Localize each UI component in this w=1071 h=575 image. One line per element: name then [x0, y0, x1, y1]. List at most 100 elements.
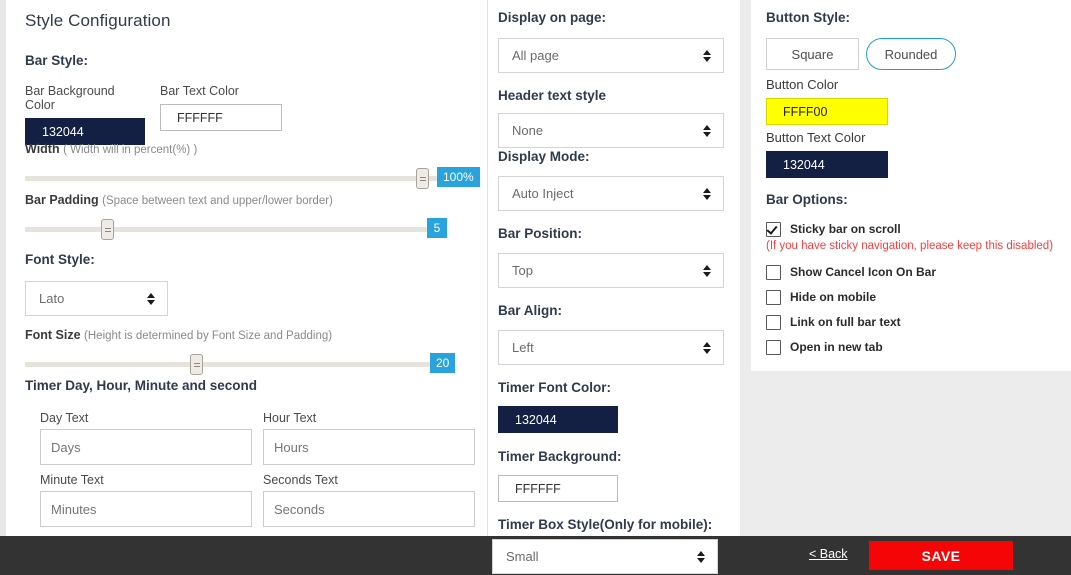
button-color-input[interactable]: FFFF00 — [766, 98, 888, 125]
button-style-rounded[interactable]: Rounded — [866, 38, 956, 70]
page-title: Style Configuration — [25, 11, 171, 30]
bar-position-value: Top — [512, 263, 533, 278]
timer-box-style-group: Timer Box Style(Only for mobile): — [498, 517, 738, 532]
timer-background-group: Timer Background: FFFFFF — [498, 449, 730, 502]
header-text-style-value: None — [512, 123, 544, 138]
hour-text-label: Hour Text — [263, 411, 317, 425]
button-options-card: Button Style: Square Rounded Button Colo… — [751, 0, 1071, 371]
font-size-slider-handle[interactable] — [190, 354, 203, 375]
bar-position-select[interactable]: Top — [498, 253, 724, 288]
font-size-label: Font Size (Height is determined by Font … — [25, 328, 333, 342]
minute-text-label: Minute Text — [40, 473, 104, 487]
chevron-updown-icon — [703, 264, 712, 278]
save-button[interactable]: SAVE — [869, 541, 1013, 570]
bar-padding-slider[interactable]: 5 — [25, 218, 447, 240]
timer-text-group: Timer Day, Hour, Minute and second Day T… — [25, 378, 475, 535]
header-text-style-group: Header text style None — [498, 88, 730, 148]
header-text-style-select[interactable]: None — [498, 113, 724, 148]
chevron-updown-icon — [703, 187, 712, 201]
timer-font-color-group: Timer Font Color: 132044 — [498, 380, 730, 433]
bar-background-color-group: Bar Background Color 132044 — [25, 84, 145, 145]
font-family-select-value: Lato — [39, 291, 65, 306]
bar-align-select[interactable]: Left — [498, 330, 724, 365]
timer-background-label: Timer Background: — [498, 449, 622, 464]
chevron-updown-icon — [703, 341, 712, 355]
bar-padding-label: Bar Padding (Space between text and uppe… — [25, 193, 333, 207]
bar-padding-field: Bar Padding (Space between text and uppe… — [25, 193, 465, 240]
checkbox-show-cancel-icon-on-bar[interactable] — [766, 265, 781, 280]
bar-padding-slider-handle[interactable] — [101, 219, 114, 240]
font-family-select[interactable]: Lato — [25, 281, 168, 316]
option-label: Show Cancel Icon On Bar — [790, 265, 937, 279]
button-text-color-input[interactable]: 132044 — [766, 151, 888, 178]
sticky-bar-warning-note: (If you have sticky navigation, please k… — [766, 240, 1054, 252]
width-slider-track[interactable] — [25, 176, 437, 181]
header-text-style-label: Header text style — [498, 88, 607, 103]
option-show-cancel-icon-on-bar[interactable]: Show Cancel Icon On Bar — [766, 265, 1056, 280]
bar-background-color-label: Bar Background Color — [25, 84, 115, 112]
checkbox-sticky-bar-on-scroll[interactable] — [766, 222, 781, 237]
bar-options-heading: Bar Options: — [766, 192, 848, 207]
bar-text-color-input[interactable]: FFFFFF — [160, 104, 282, 131]
display-on-page-select[interactable]: All page — [498, 38, 724, 73]
day-text-input[interactable] — [40, 429, 252, 465]
font-size-slider-track[interactable] — [25, 362, 430, 367]
timer-font-color-input[interactable]: 132044 — [498, 406, 618, 433]
column-divider — [487, 0, 488, 536]
timer-box-style-select[interactable]: Small — [492, 539, 718, 574]
bar-background-color-input[interactable]: 132044 — [25, 118, 145, 145]
chevron-updown-icon — [147, 292, 156, 306]
option-label: Link on full bar text — [790, 315, 901, 329]
seconds-text-input[interactable] — [263, 491, 475, 527]
option-sticky-bar-on-scroll[interactable]: Sticky bar on scroll — [766, 222, 1056, 237]
hour-text-input[interactable] — [263, 429, 475, 465]
button-text-color-label: Button Text Color — [766, 130, 866, 145]
display-mode-group: Display Mode: Auto Inject — [498, 149, 730, 211]
display-on-page-value: All page — [512, 48, 559, 63]
width-slider-handle[interactable] — [416, 168, 429, 189]
bar-options-group: Bar Options: Sticky bar on scroll (If yo… — [766, 192, 1056, 355]
option-hide-on-mobile[interactable]: Hide on mobile — [766, 290, 1056, 305]
option-link-on-full-bar-text[interactable]: Link on full bar text — [766, 315, 1056, 330]
bar-padding-slider-track[interactable] — [25, 227, 427, 232]
bar-option-row: Sticky bar on scroll (If you have sticky… — [766, 222, 1056, 252]
style-configuration-screen: Style Configuration Bar Style: Bar Backg… — [0, 0, 1071, 575]
button-style-heading: Button Style: — [766, 10, 850, 25]
display-on-page-label: Display on page: — [498, 10, 607, 25]
button-style-group: Button Style: Square Rounded — [766, 10, 1046, 70]
bar-align-group: Bar Align: Left — [498, 303, 730, 365]
checkbox-hide-on-mobile[interactable] — [766, 290, 781, 305]
timer-background-input[interactable]: FFFFFF — [498, 475, 618, 502]
back-link[interactable]: < Back — [809, 547, 848, 561]
bar-text-color-group: Bar Text Color FFFFFF — [160, 84, 282, 131]
display-on-page-group: Display on page: All page — [498, 10, 730, 73]
option-open-in-new-tab[interactable]: Open in new tab — [766, 340, 1056, 355]
bar-style-heading: Bar Style: — [25, 53, 89, 68]
bar-position-group: Bar Position: Top — [498, 226, 730, 288]
display-mode-select[interactable]: Auto Inject — [498, 176, 724, 211]
button-text-color-group: Button Text Color 132044 — [766, 130, 1046, 178]
width-slider[interactable]: 100% — [25, 167, 480, 189]
checkbox-open-in-new-tab[interactable] — [766, 340, 781, 355]
chevron-updown-icon — [697, 550, 706, 564]
font-size-slider[interactable]: 20 — [25, 353, 456, 375]
timer-texts-heading: Timer Day, Hour, Minute and second — [25, 378, 258, 393]
bar-align-value: Left — [512, 340, 534, 355]
timer-box-style-label: Timer Box Style(Only for mobile): — [498, 517, 713, 532]
font-style-group: Font Style: Lato — [25, 252, 168, 316]
checkbox-link-on-full-bar-text[interactable] — [766, 315, 781, 330]
width-slider-value: 100% — [437, 167, 480, 187]
button-style-square[interactable]: Square — [766, 38, 859, 70]
chevron-updown-icon — [703, 124, 712, 138]
day-text-label: Day Text — [40, 411, 89, 425]
day-text-group: Day Text — [40, 411, 252, 473]
hour-text-group: Hour Text — [263, 411, 475, 473]
chevron-updown-icon — [703, 49, 712, 63]
option-label: Open in new tab — [790, 340, 883, 354]
button-color-group: Button Color FFFF00 — [766, 77, 1046, 125]
option-label: Hide on mobile — [790, 290, 877, 304]
bar-padding-slider-value: 5 — [427, 218, 447, 238]
main-settings-card: Style Configuration Bar Style: Bar Backg… — [6, 0, 740, 536]
minute-text-input[interactable] — [40, 491, 252, 527]
bar-align-label: Bar Align: — [498, 303, 562, 318]
